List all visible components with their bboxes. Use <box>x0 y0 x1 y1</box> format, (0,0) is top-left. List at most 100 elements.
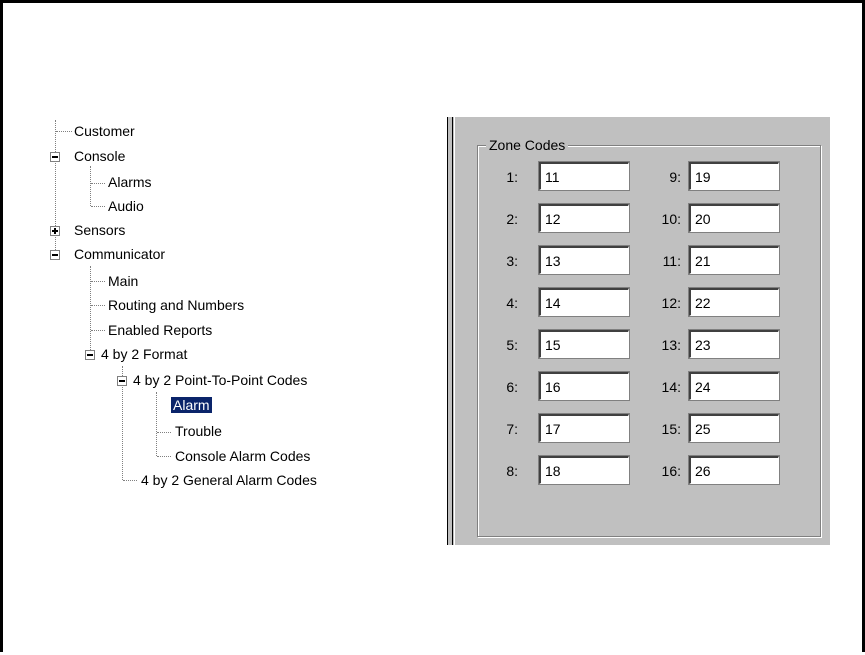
tree-item-4by2-format[interactable]: 4 by 2 Format <box>101 343 187 365</box>
tree-item-label: Customer <box>74 123 135 139</box>
tree-item-label: Trouble <box>175 423 222 439</box>
tree-item-alarms[interactable]: Alarms <box>108 171 152 193</box>
zone-codes-groupbox: Zone Codes 1: 2: 3: 4: 5: 6: 7: <box>477 136 821 537</box>
zone-label: 16: <box>661 463 681 479</box>
tree-item-label: Enabled Reports <box>108 322 213 338</box>
tree-branch <box>91 206 105 207</box>
tree-branch <box>123 480 137 481</box>
zone-row: 11: <box>641 245 811 276</box>
zone-row: 15: <box>641 413 811 444</box>
collapse-icon[interactable] <box>50 152 60 162</box>
zone-row: 16: <box>641 455 811 486</box>
zone-5-input[interactable] <box>538 329 630 359</box>
zone-row: 13: <box>641 329 811 360</box>
zone-8-input[interactable] <box>538 455 630 485</box>
tree-item-label: 4 by 2 General Alarm Codes <box>141 472 317 488</box>
tree-item-alarm[interactable]: Alarm <box>170 394 213 416</box>
zone-10-input[interactable] <box>688 203 780 233</box>
collapse-icon[interactable] <box>85 350 95 360</box>
tree-item-console[interactable]: Console <box>74 145 125 167</box>
tree-item-label: Console Alarm Codes <box>175 448 311 464</box>
zone-codes-title: Zone Codes <box>486 136 569 154</box>
zone-row: 1: <box>478 161 638 192</box>
zone-row: 9: <box>641 161 811 192</box>
zone-row: 2: <box>478 203 638 234</box>
settings-tree: Customer Console Alarms Audio Sensors Co… <box>0 0 440 600</box>
tree-item-label: Main <box>108 273 139 289</box>
collapse-icon[interactable] <box>50 250 60 260</box>
tree-p2p-line <box>156 392 157 456</box>
tree-item-routing-and-numbers[interactable]: Routing and Numbers <box>108 294 244 316</box>
zone-label: 11: <box>662 253 681 269</box>
zone-2-input[interactable] <box>538 203 630 233</box>
zone-label: 5: <box>506 337 518 353</box>
tree-item-label: Routing and Numbers <box>108 297 245 313</box>
zone-codes-panel: Zone Codes 1: 2: 3: 4: 5: 6: 7: <box>447 117 830 545</box>
tree-branch <box>91 281 105 282</box>
tree-item-sensors[interactable]: Sensors <box>74 219 125 241</box>
tree-item-label: Alarms <box>108 174 152 190</box>
tree-item-label: Alarm <box>170 396 213 414</box>
tree-root-line <box>55 120 56 260</box>
zone-label: 12: <box>661 295 681 311</box>
tree-item-enabled-reports[interactable]: Enabled Reports <box>108 319 212 341</box>
tree-item-customer[interactable]: Customer <box>74 120 135 142</box>
tree-branch <box>91 305 105 306</box>
zone-label: 3: <box>506 253 518 269</box>
zone-row: 12: <box>641 287 811 318</box>
tree-item-main[interactable]: Main <box>108 270 138 292</box>
tree-item-label: Sensors <box>74 222 126 238</box>
tree-item-console-alarm-codes[interactable]: Console Alarm Codes <box>175 445 310 467</box>
tree-item-audio[interactable]: Audio <box>108 195 144 217</box>
tree-branch <box>91 330 105 331</box>
zone-row: 6: <box>478 371 638 402</box>
zone-15-input[interactable] <box>688 413 780 443</box>
zone-4-input[interactable] <box>538 287 630 317</box>
zone-label: 6: <box>506 379 518 395</box>
tree-item-label: Console <box>74 148 126 164</box>
expand-icon[interactable] <box>50 226 60 236</box>
zone-label: 7: <box>506 421 518 437</box>
collapse-icon[interactable] <box>117 376 127 386</box>
zone-11-input[interactable] <box>688 245 780 275</box>
tree-item-trouble[interactable]: Trouble <box>175 420 222 442</box>
zone-row: 5: <box>478 329 638 360</box>
zone-3-input[interactable] <box>538 245 630 275</box>
zone-label: 1: <box>506 169 518 185</box>
tree-item-communicator[interactable]: Communicator <box>74 243 165 265</box>
tree-branch <box>56 131 72 132</box>
tree-branch <box>157 456 171 457</box>
zone-14-input[interactable] <box>688 371 780 401</box>
tree-console-line <box>90 166 91 206</box>
tree-item-label: Communicator <box>74 246 166 262</box>
zone-row: 8: <box>478 455 638 486</box>
tree-item-label: 4 by 2 Point-To-Point Codes <box>133 372 308 388</box>
tree-item-4by2-point-to-point-codes[interactable]: 4 by 2 Point-To-Point Codes <box>133 369 307 391</box>
zone-label: 2: <box>506 211 518 227</box>
zone-row: 7: <box>478 413 638 444</box>
zone-label: 14: <box>661 379 681 395</box>
zone-row: 4: <box>478 287 638 318</box>
zone-12-input[interactable] <box>688 287 780 317</box>
zone-13-input[interactable] <box>688 329 780 359</box>
zone-16-input[interactable] <box>688 455 780 485</box>
zone-label: 8: <box>506 463 518 479</box>
zone-6-input[interactable] <box>538 371 630 401</box>
zone-label: 15: <box>661 421 681 437</box>
zone-label: 13: <box>661 337 681 353</box>
zone-9-input[interactable] <box>688 161 780 191</box>
zone-row: 3: <box>478 245 638 276</box>
tree-item-label: Audio <box>108 198 144 214</box>
tree-item-label: 4 by 2 Format <box>101 346 188 362</box>
tree-communicator-line <box>90 266 91 354</box>
zone-label: 10: <box>661 211 681 227</box>
tree-branch <box>157 432 171 433</box>
tree-branch <box>91 183 105 184</box>
zone-1-input[interactable] <box>538 161 630 191</box>
zone-row: 10: <box>641 203 811 234</box>
zone-7-input[interactable] <box>538 413 630 443</box>
zone-label: 4: <box>506 295 518 311</box>
zone-row: 14: <box>641 371 811 402</box>
tree-item-4by2-general-alarm-codes[interactable]: 4 by 2 General Alarm Codes <box>141 469 317 491</box>
zone-label: 9: <box>669 169 681 185</box>
